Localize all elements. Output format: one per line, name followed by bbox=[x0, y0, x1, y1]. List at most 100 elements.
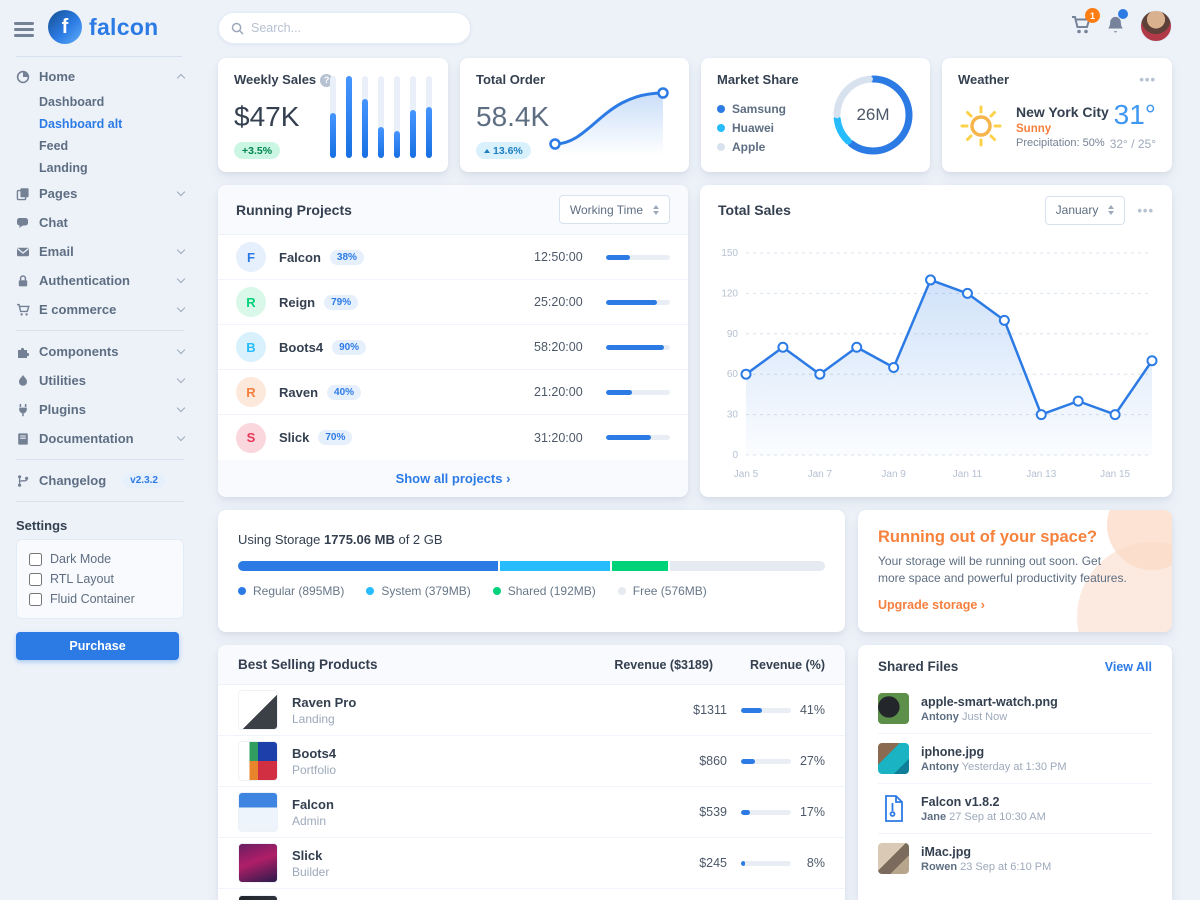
file-user: Jane bbox=[921, 811, 946, 823]
fluid-container-toggle[interactable]: Fluid Container bbox=[29, 589, 171, 609]
search-bar[interactable] bbox=[218, 12, 471, 44]
upgrade-storage-link[interactable]: Upgrade storage › bbox=[878, 598, 985, 612]
rtl-layout-checkbox[interactable] bbox=[29, 573, 42, 586]
file-name[interactable]: iMac.jpg bbox=[921, 845, 1051, 859]
project-name[interactable]: Reign bbox=[279, 295, 315, 310]
file-item[interactable]: Falcon v1.8.2 Jane 27 Sep at 10:30 AM bbox=[858, 784, 1172, 833]
dark-mode-checkbox[interactable] bbox=[29, 553, 42, 566]
legend-label: Regular (895MB) bbox=[253, 584, 344, 598]
card-menu-icon[interactable]: ••• bbox=[1137, 203, 1154, 218]
weekly-sales-bar-chart bbox=[330, 74, 432, 158]
column-header-revenue-pct: Revenue (%) bbox=[727, 658, 825, 672]
project-row: F Falcon 38% 12:50:00 bbox=[218, 235, 688, 280]
sidebar-item-pages[interactable]: Pages bbox=[0, 179, 200, 208]
project-progress-bar bbox=[606, 255, 670, 260]
view-all-link[interactable]: View All bbox=[1105, 660, 1152, 674]
file-item[interactable]: iphone.jpg Antony Yesterday at 1:30 PM bbox=[858, 734, 1172, 783]
sidebar-item-label: Email bbox=[39, 244, 74, 259]
month-select[interactable]: January bbox=[1045, 196, 1126, 225]
lock-icon bbox=[16, 274, 30, 288]
chevron-down-icon bbox=[177, 246, 185, 254]
sidebar-item-authentication[interactable]: Authentication bbox=[0, 266, 200, 295]
sidebar-item-ecommerce[interactable]: E commerce bbox=[0, 295, 200, 324]
sidebar-item-components[interactable]: Components bbox=[0, 337, 200, 366]
plug-icon bbox=[16, 403, 30, 417]
product-name[interactable]: Slick bbox=[292, 848, 641, 863]
select-value: January bbox=[1056, 203, 1099, 217]
storage-total: of 2 GB bbox=[398, 532, 442, 547]
file-name[interactable]: apple-smart-watch.png bbox=[921, 695, 1058, 709]
rtl-layout-toggle[interactable]: RTL Layout bbox=[29, 569, 171, 589]
envelope-icon bbox=[16, 245, 30, 259]
product-category: Landing bbox=[292, 712, 641, 726]
brand-logo[interactable]: f falcon bbox=[48, 10, 159, 44]
dark-mode-toggle[interactable]: Dark Mode bbox=[29, 549, 171, 569]
sidebar-item-chat[interactable]: Chat bbox=[0, 208, 200, 237]
pie-chart-icon bbox=[16, 70, 30, 84]
chevron-down-icon bbox=[177, 188, 185, 196]
sidebar-item-home[interactable]: Home bbox=[0, 62, 200, 91]
divider bbox=[16, 459, 184, 460]
sun-icon bbox=[958, 103, 1004, 149]
purchase-button[interactable]: Purchase bbox=[16, 632, 179, 660]
best-selling-products-card: Best Selling Products Revenue ($3189) Re… bbox=[218, 645, 845, 900]
notifications-button[interactable] bbox=[1105, 14, 1126, 39]
project-name[interactable]: Raven bbox=[279, 385, 318, 400]
card-menu-icon[interactable]: ••• bbox=[1139, 72, 1156, 87]
file-item[interactable]: apple-smart-watch.png Antony Just Now bbox=[858, 684, 1172, 733]
notification-dot-badge bbox=[1118, 9, 1128, 19]
show-all-projects-link[interactable]: Show all projects › bbox=[396, 471, 511, 486]
user-avatar[interactable] bbox=[1140, 10, 1172, 42]
chevron-down-icon bbox=[177, 375, 185, 383]
product-progress-bar bbox=[741, 810, 791, 815]
file-item[interactable]: iMac.jpg Rowen 23 Sep at 6:10 PM bbox=[858, 834, 1172, 883]
sidebar-item-utilities[interactable]: Utilities bbox=[0, 366, 200, 395]
weather-condition: Sunny bbox=[1016, 123, 1109, 135]
running-projects-card: Running Projects Working Time F Falcon 3… bbox=[218, 185, 688, 497]
file-time: 27 Sep at 10:30 AM bbox=[949, 811, 1046, 823]
storage-legend: Regular (895MB) System (379MB) Shared (1… bbox=[238, 584, 825, 598]
chevron-down-icon bbox=[177, 404, 185, 412]
sidebar-item-dashboard[interactable]: Dashboard bbox=[0, 91, 200, 113]
svg-text:Jan 9: Jan 9 bbox=[881, 469, 906, 480]
project-name[interactable]: Falcon bbox=[279, 250, 321, 265]
using-storage-card: Using Storage 1775.06 MB of 2 GB Regular… bbox=[218, 510, 845, 632]
divider bbox=[16, 56, 182, 57]
hamburger-menu-icon[interactable] bbox=[14, 22, 34, 38]
project-row: R Raven 40% 21:20:00 bbox=[218, 370, 688, 415]
sidebar-item-feed[interactable]: Feed bbox=[0, 135, 200, 157]
cart-button[interactable]: 1 bbox=[1070, 14, 1092, 39]
product-progress-bar bbox=[741, 708, 791, 713]
working-time-select[interactable]: Working Time bbox=[559, 195, 670, 224]
select-arrows-icon bbox=[1108, 205, 1114, 215]
sidebar-item-plugins[interactable]: Plugins bbox=[0, 395, 200, 424]
weather-precipitation: Precipitation: 50% bbox=[1016, 137, 1109, 149]
product-name[interactable]: Falcon bbox=[292, 797, 641, 812]
file-name[interactable]: iphone.jpg bbox=[921, 745, 1067, 759]
svg-text:60: 60 bbox=[727, 369, 739, 380]
product-name[interactable]: Raven Pro bbox=[292, 695, 641, 710]
sidebar-item-changelog[interactable]: Changelog v2.3.2 bbox=[0, 466, 200, 495]
sidebar-item-dashboard-alt[interactable]: Dashboard alt bbox=[0, 113, 200, 135]
project-name[interactable]: Slick bbox=[279, 430, 309, 445]
sidebar-item-documentation[interactable]: Documentation bbox=[0, 424, 200, 453]
fluid-container-checkbox[interactable] bbox=[29, 593, 42, 606]
chevron-down-icon bbox=[177, 304, 185, 312]
legend-dot bbox=[717, 124, 725, 132]
table-row-partial bbox=[218, 889, 845, 900]
divider bbox=[16, 501, 184, 502]
product-name[interactable]: Boots4 bbox=[292, 746, 641, 761]
sidebar-item-landing[interactable]: Landing bbox=[0, 157, 200, 179]
project-progress-bar bbox=[606, 435, 670, 440]
sidebar-item-label: Documentation bbox=[39, 431, 134, 446]
file-user: Rowen bbox=[921, 861, 957, 873]
file-time: Just Now bbox=[962, 711, 1007, 723]
market-share-donut-chart: 26M bbox=[830, 72, 916, 158]
project-name[interactable]: Boots4 bbox=[279, 340, 323, 355]
file-name[interactable]: Falcon v1.8.2 bbox=[921, 795, 1046, 809]
legend-dot bbox=[717, 143, 725, 151]
project-percent-badge: 38% bbox=[330, 250, 364, 265]
product-revenue: $245 bbox=[641, 856, 727, 870]
sidebar-item-email[interactable]: Email bbox=[0, 237, 200, 266]
search-input[interactable] bbox=[251, 21, 458, 35]
